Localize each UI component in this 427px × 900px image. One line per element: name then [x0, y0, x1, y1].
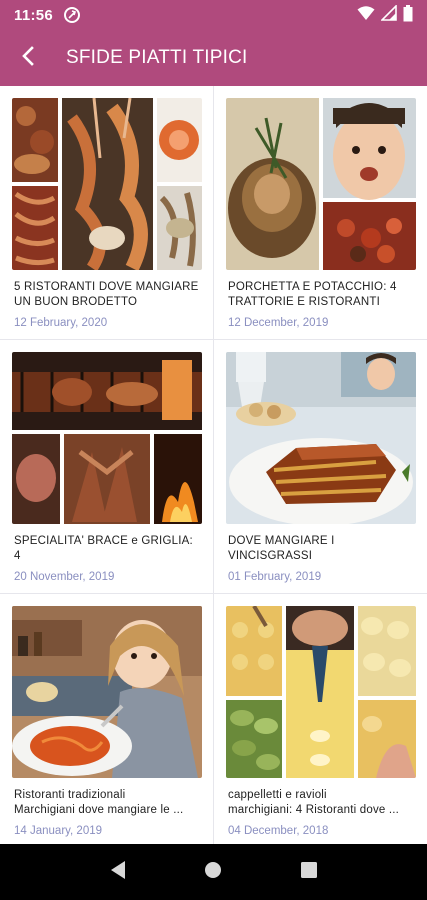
article-title: PORCHETTA E POTACCHIO: 4 TRATTORIE E RIS…	[228, 281, 397, 308]
article-date: 01 February, 2019	[228, 571, 322, 583]
article-card[interactable]: DOVE MANGIARE I VINCISGRASSI TRADIZIONAL…	[214, 340, 427, 593]
article-date: 04 December, 2018	[228, 825, 329, 837]
page-title: SFIDE PIATTI TIPICI	[66, 47, 248, 68]
status-icons	[357, 4, 413, 26]
article-date: 20 November, 2019	[14, 571, 115, 583]
nav-home-button[interactable]	[193, 852, 233, 892]
article-date: 12 December, 2019	[228, 317, 329, 329]
vincisgrassi-image	[226, 352, 416, 524]
status-time: 11:56	[14, 6, 54, 24]
seafood-collage-image	[12, 98, 202, 270]
porchetta-child-collage-image	[226, 98, 416, 270]
child-pasta-image	[12, 606, 202, 778]
home-circle-icon	[203, 860, 223, 885]
article-grid: 5 RISTORANTI DOVE MANGIARE UN BUON BRODE…	[0, 86, 427, 844]
nav-recents-button[interactable]	[289, 852, 329, 892]
article-title: cappelletti e ravioli marchigiani: 4 Ris…	[228, 789, 400, 816]
article-date: 12 February, 2020	[14, 317, 108, 329]
app-bar: SFIDE PIATTI TIPICI	[0, 30, 427, 86]
article-card[interactable]: Ristoranti tradizionali Marchigiani dove…	[0, 594, 213, 844]
sync-circle-icon	[63, 6, 81, 24]
article-date: 14 January, 2019	[14, 825, 103, 837]
back-button[interactable]	[0, 30, 56, 86]
grill-collage-image	[12, 352, 202, 524]
article-title: 5 RISTORANTI DOVE MANGIARE UN BUON BRODE…	[14, 281, 199, 308]
article-title: DOVE MANGIARE I VINCISGRASSI TRADIZIONAL…	[228, 535, 335, 562]
article-title: Ristoranti tradizionali Marchigiani dove…	[14, 789, 184, 816]
signal-icon	[380, 4, 397, 25]
ravioli-collage-image	[226, 606, 416, 778]
status-bar: 11:56	[0, 0, 427, 30]
system-nav-bar	[0, 844, 427, 900]
wifi-icon	[357, 5, 375, 25]
nav-back-button[interactable]	[98, 852, 138, 892]
article-card[interactable]: PORCHETTA E POTACCHIO: 4 TRATTORIE E RIS…	[214, 86, 427, 339]
article-title: SPECIALITA' BRACE e GRIGLIA: 4 Ristorant…	[14, 535, 193, 562]
arrow-back-icon	[17, 45, 39, 72]
article-card[interactable]: 5 RISTORANTI DOVE MANGIARE UN BUON BRODE…	[0, 86, 213, 339]
article-card[interactable]: cappelletti e ravioli marchigiani: 4 Ris…	[214, 594, 427, 844]
recents-square-icon	[300, 861, 318, 884]
battery-icon	[403, 4, 413, 26]
article-card[interactable]: SPECIALITA' BRACE e GRIGLIA: 4 Ristorant…	[0, 340, 213, 593]
back-triangle-icon	[109, 860, 127, 885]
